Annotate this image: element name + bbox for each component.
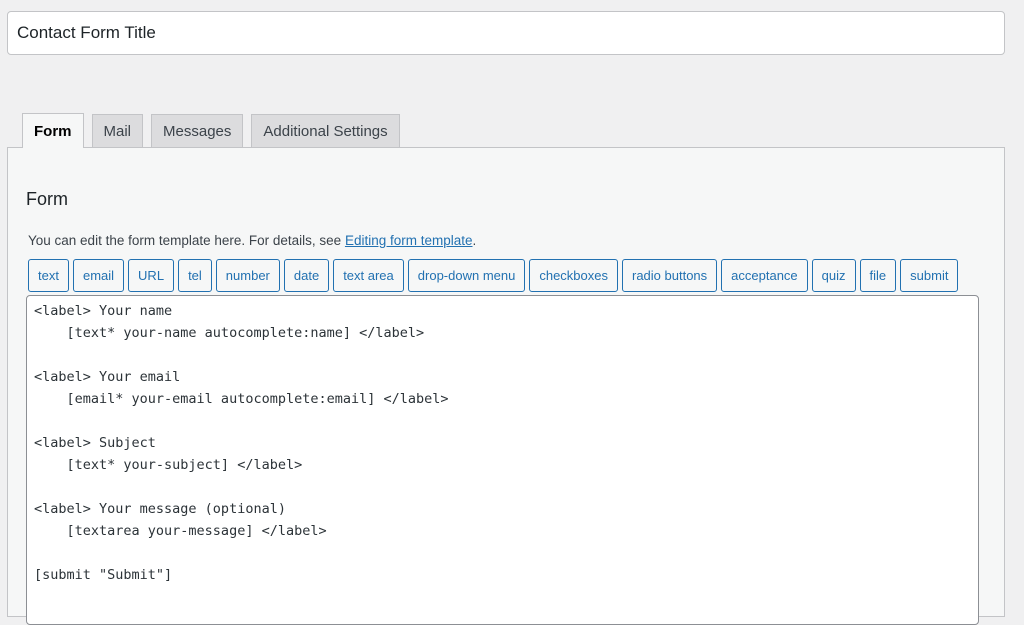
tab-messages[interactable]: Messages	[151, 114, 244, 148]
tab-mail[interactable]: Mail	[91, 114, 144, 148]
description-text: You can edit the form template here. For…	[28, 233, 345, 248]
editing-form-template-link[interactable]: Editing form template	[345, 233, 473, 248]
tag-button-text[interactable]: text	[28, 259, 69, 292]
editor-tabs: Form Mail Messages Additional Settings	[22, 113, 408, 148]
panel-heading: Form	[26, 189, 68, 209]
tag-button-submit[interactable]: submit	[900, 259, 959, 292]
tab-form[interactable]: Form	[22, 113, 84, 148]
form-panel: Form You can edit the form template here…	[7, 147, 1005, 625]
tag-button-number[interactable]: number	[215, 259, 280, 292]
tag-button-checkboxes[interactable]: checkboxes	[529, 259, 618, 292]
tag-button-quiz[interactable]: quiz	[811, 259, 856, 292]
tag-button-email[interactable]: email	[72, 259, 125, 292]
tag-button-drop-down-menu[interactable]: drop-down menu	[407, 259, 526, 292]
tag-generator-buttons: text email URL tel number date text area…	[28, 259, 959, 292]
tag-button-tel[interactable]: tel	[178, 259, 212, 292]
form-template-editor[interactable]: <label> Your name [text* your-name autoc…	[26, 295, 979, 625]
tag-button-acceptance[interactable]: acceptance	[721, 259, 808, 292]
tag-button-text-area[interactable]: text area	[333, 259, 404, 292]
tab-additional-settings[interactable]: Additional Settings	[251, 114, 400, 148]
tag-button-url[interactable]: URL	[128, 259, 175, 292]
description-suffix: .	[472, 233, 477, 248]
tag-button-file[interactable]: file	[859, 259, 897, 292]
tag-button-date[interactable]: date	[283, 259, 330, 292]
panel-description: You can edit the form template here. For…	[28, 233, 476, 248]
tag-button-radio-buttons[interactable]: radio buttons	[622, 259, 718, 292]
form-title-input[interactable]	[7, 11, 1005, 55]
